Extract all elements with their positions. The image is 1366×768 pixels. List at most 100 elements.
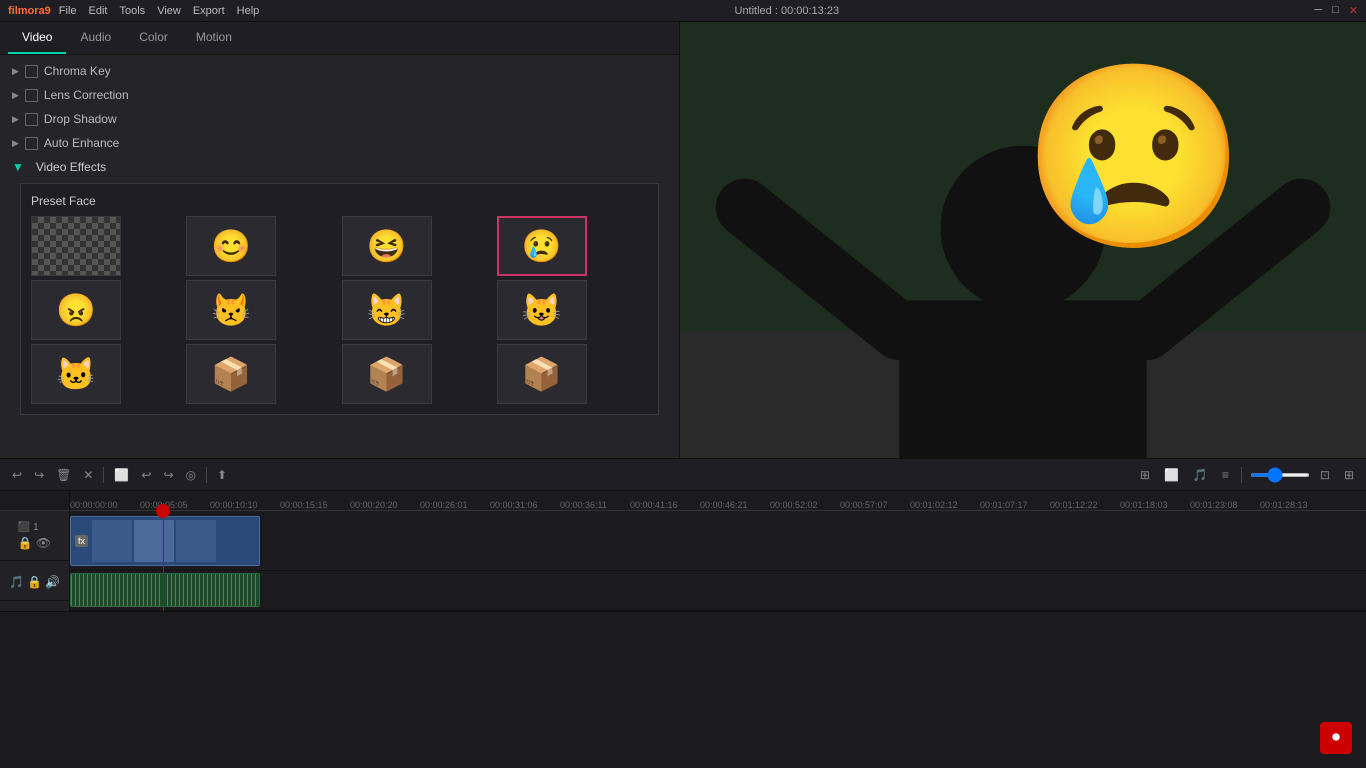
emoji-cell-grey-cat[interactable]: 🐱 — [31, 344, 121, 404]
tl-record[interactable]: ◎ — [182, 466, 200, 484]
sad-emoji-overlay: 😢 — [1022, 52, 1246, 263]
checkbox-lens[interactable] — [25, 89, 38, 102]
tl-mark[interactable]: ⬜ — [1160, 466, 1183, 484]
label-video-effects: Video Effects — [36, 160, 106, 174]
tl-import[interactable]: ⬆ — [213, 466, 231, 484]
expand-arrow-chroma: ▶ — [12, 66, 19, 77]
timeline-tracks: fx — [70, 511, 1366, 611]
tl-right-controls: ⊞ ⬜ 🎵 ≡ ⊡ ⊞ — [1136, 466, 1358, 484]
menu-view[interactable]: View — [157, 5, 181, 17]
emoji-cell-cat[interactable]: 😺 — [497, 280, 587, 340]
tab-motion[interactable]: Motion — [182, 22, 246, 54]
menu-tools[interactable]: Tools — [120, 5, 146, 17]
ruler-tick-9: 00:00:46:21 — [700, 500, 748, 510]
menu-file[interactable]: File — [59, 5, 77, 17]
title-bar-left: filmora9 File Edit Tools View Export Hel… — [8, 5, 259, 17]
audio-clip[interactable] — [70, 573, 260, 607]
minimize-icon[interactable]: ─ — [1314, 4, 1322, 17]
clip-thumb-3 — [176, 520, 216, 562]
ruler-tick-6: 00:00:31:06 — [490, 500, 538, 510]
timeline-scrollbar[interactable] — [0, 611, 1366, 623]
tl-cut[interactable]: ✕ — [79, 466, 97, 484]
tl-snap[interactable]: ⊞ — [1136, 466, 1154, 484]
bottom-section: ↩ ↪ 🗑 ✕ ⬜ ↩ ↪ ◎ ⬆ ⊞ ⬜ 🎵 ≡ ⊡ ⊞ ⬛ 1 — [0, 458, 1366, 768]
tl-delete[interactable]: 🗑 — [52, 466, 75, 484]
menu-bar[interactable]: File Edit Tools View Export Help — [59, 5, 259, 17]
checkbox-chroma[interactable] — [25, 65, 38, 78]
ruler-tick-3: 00:00:15:15 — [280, 500, 328, 510]
tl-filter[interactable]: ≡ — [1218, 466, 1233, 484]
effect-auto-enhance[interactable]: ▶ Auto Enhance — [0, 131, 679, 155]
clip-thumb-2 — [134, 520, 174, 562]
timeline-ruler: 00:00:00:00 00:00:05:05 00:00:10:10 00:0… — [70, 491, 1366, 511]
expand-arrow-enhance: ▶ — [12, 138, 19, 149]
window-title: Untitled : 00:00:13:23 — [735, 5, 840, 17]
window-controls: ─ □ ✕ — [1314, 4, 1358, 17]
checkbox-shadow[interactable] — [25, 113, 38, 126]
ruler-tick-4: 00:00:20:20 — [350, 500, 398, 510]
audio-vol-icon[interactable]: 🔊 — [45, 575, 60, 589]
tl-next[interactable]: ↪ — [159, 466, 177, 484]
label-enhance: Auto Enhance — [44, 136, 119, 150]
emoji-cell-laugh[interactable]: 😆 — [342, 216, 432, 276]
clip-thumbnails — [92, 520, 216, 562]
tl-layout[interactable]: ⊞ — [1340, 466, 1358, 484]
ruler-tick-0: 00:00:00:00 — [70, 500, 118, 510]
ruler-tick-13: 00:01:07:17 — [980, 500, 1028, 510]
timeline-content: 00:00:00:00 00:00:05:05 00:00:10:10 00:0… — [70, 491, 1366, 611]
video-track-row: fx — [70, 511, 1366, 571]
emoji-cell-box3[interactable]: 📦 — [497, 344, 587, 404]
effect-lens-correction[interactable]: ▶ Lens Correction — [0, 83, 679, 107]
effect-drop-shadow[interactable]: ▶ Drop Shadow — [0, 107, 679, 131]
emoji-cell-grumpy-cat[interactable]: 😾 — [186, 280, 276, 340]
menu-help[interactable]: Help — [237, 5, 260, 17]
track-headers: ⬛ 1 🔒 👁 🎵 🔒 🔊 — [0, 491, 70, 611]
menu-export[interactable]: Export — [193, 5, 225, 17]
video-effects-header[interactable]: ▼ Video Effects — [0, 155, 679, 179]
tab-audio[interactable]: Audio — [66, 22, 125, 54]
tl-sep1 — [103, 467, 104, 483]
maximize-icon[interactable]: □ — [1332, 4, 1339, 17]
emoji-cell-cry[interactable]: 😢 — [497, 216, 587, 276]
tl-zoom-fit[interactable]: ⊡ — [1316, 466, 1334, 484]
track-header-video: ⬛ 1 🔒 👁 — [0, 511, 69, 561]
effect-chroma-key[interactable]: ▶ Chroma Key — [0, 59, 679, 83]
record-icon: ⏺ — [1332, 729, 1340, 747]
zoom-slider[interactable] — [1250, 473, 1310, 477]
video-clip[interactable]: fx — [70, 516, 260, 566]
emoji-cell-box1[interactable]: 📦 — [186, 344, 276, 404]
lock-icon[interactable]: 🔒 — [18, 536, 33, 550]
audio-lock-icon[interactable]: 🔒 — [27, 575, 42, 589]
emoji-cell-box2[interactable]: 📦 — [342, 344, 432, 404]
track-video-label: ⬛ 1 — [18, 522, 51, 533]
app-logo: filmora9 — [8, 5, 51, 17]
emoji-cell-angry[interactable]: 😠 — [31, 280, 121, 340]
emoji-cell-smile[interactable]: 😊 — [186, 216, 276, 276]
tl-redo[interactable]: ↪ — [30, 466, 48, 484]
tab-video[interactable]: Video — [8, 22, 66, 54]
tl-audio-wave[interactable]: 🎵 — [1189, 466, 1212, 484]
audio-icon[interactable]: 🎵 — [9, 575, 24, 589]
timeline-area: ⬛ 1 🔒 👁 🎵 🔒 🔊 — [0, 491, 1366, 611]
audio-track-row — [70, 571, 1366, 611]
menu-edit[interactable]: Edit — [89, 5, 108, 17]
ruler-tick-2: 00:00:10:10 — [210, 500, 258, 510]
expand-arrow-shadow: ▶ — [12, 114, 19, 125]
emoji-cell-mosaic[interactable] — [31, 216, 121, 276]
tl-copy[interactable]: ⬜ — [110, 466, 133, 484]
playhead[interactable] — [163, 511, 164, 611]
audio-waveform — [71, 574, 259, 606]
close-icon[interactable]: ✕ — [1349, 4, 1358, 17]
tl-undo[interactable]: ↩ — [8, 466, 26, 484]
title-bar: filmora9 File Edit Tools View Export Hel… — [0, 0, 1366, 22]
tab-color[interactable]: Color — [125, 22, 182, 54]
track-header-audio: 🎵 🔒 🔊 — [0, 561, 69, 601]
panel-tabs: Video Audio Color Motion — [0, 22, 679, 55]
label-shadow: Drop Shadow — [44, 112, 117, 126]
ruler-tick-14: 00:01:12:22 — [1050, 500, 1098, 510]
emoji-cell-happy-cat[interactable]: 😸 — [342, 280, 432, 340]
tl-prev[interactable]: ↩ — [137, 466, 155, 484]
record-button[interactable]: ⏺ — [1320, 722, 1352, 754]
eye-icon[interactable]: 👁 — [36, 536, 51, 550]
checkbox-enhance[interactable] — [25, 137, 38, 150]
